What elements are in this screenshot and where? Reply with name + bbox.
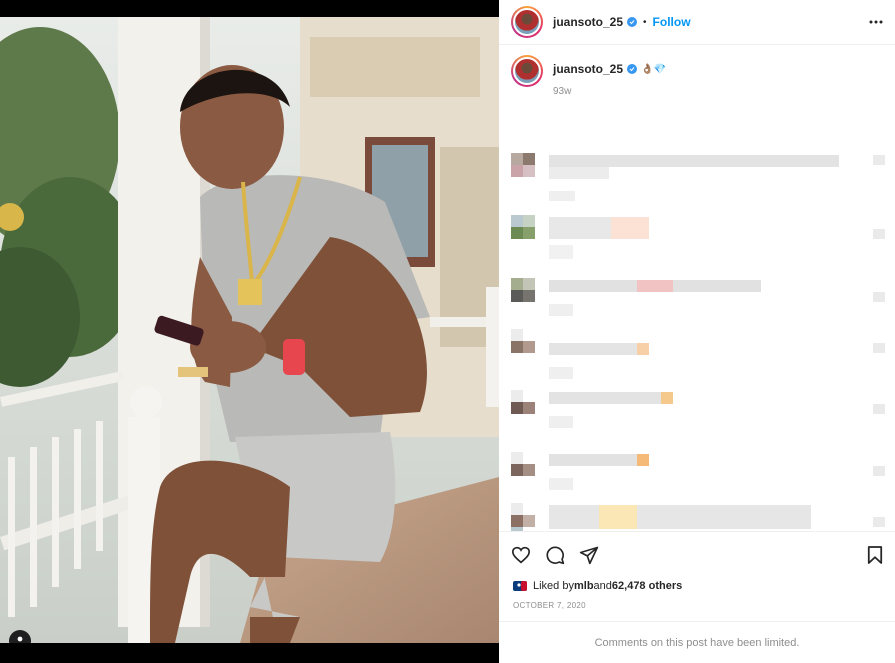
comments-limited-notice: Comments on this post have been limited. [499, 621, 895, 663]
post-image [0, 17, 499, 643]
comment-blurred [511, 503, 887, 531]
mlb-logo-icon [513, 581, 527, 591]
liked-by-count[interactable]: 62,478 others [612, 580, 682, 592]
more-options-icon[interactable] [869, 20, 883, 24]
header-separator: • [643, 16, 647, 28]
avatar[interactable] [511, 6, 543, 38]
heart-icon[interactable] [511, 546, 531, 564]
post-date[interactable]: OCTOBER 7, 2020 [499, 595, 895, 621]
caption-username[interactable]: juansoto_25 [553, 62, 623, 76]
comment-blurred [511, 452, 887, 492]
likes-summary: Liked by mlb and 62,478 others [499, 577, 895, 595]
comment-blurred [511, 329, 887, 379]
comment-blurred [511, 390, 887, 430]
liked-by-prefix: Liked by [533, 580, 574, 592]
liked-by-middle: and [593, 580, 612, 592]
caption-text: 👌🏽💎 [641, 63, 666, 75]
caption: juansoto_25 👌🏽💎 93w [511, 55, 883, 97]
verified-badge-icon [627, 64, 638, 74]
comment-blurred [511, 153, 887, 201]
caption-and-comments: juansoto_25 👌🏽💎 93w [499, 45, 895, 531]
verified-badge-icon [627, 17, 638, 27]
liked-by-user[interactable]: mlb [574, 580, 594, 592]
caption-avatar[interactable] [511, 55, 543, 87]
share-icon[interactable] [579, 545, 599, 565]
comment-blurred [511, 215, 887, 259]
follow-button[interactable]: Follow [653, 15, 691, 29]
comment-icon[interactable] [545, 545, 565, 565]
bookmark-icon[interactable] [867, 545, 883, 565]
caption-timestamp[interactable]: 93w [553, 86, 666, 97]
post-photo[interactable] [0, 17, 499, 643]
post-header: juansoto_25 • Follow [499, 0, 895, 45]
author-username[interactable]: juansoto_25 [553, 15, 623, 29]
post-actions [499, 531, 895, 577]
instagram-post-viewer: juansoto_25 • Follow juansoto_25 👌🏽💎 93w… [0, 0, 895, 663]
comment-blurred [511, 278, 887, 318]
post-details-panel: juansoto_25 • Follow juansoto_25 👌🏽💎 93w… [499, 0, 895, 663]
